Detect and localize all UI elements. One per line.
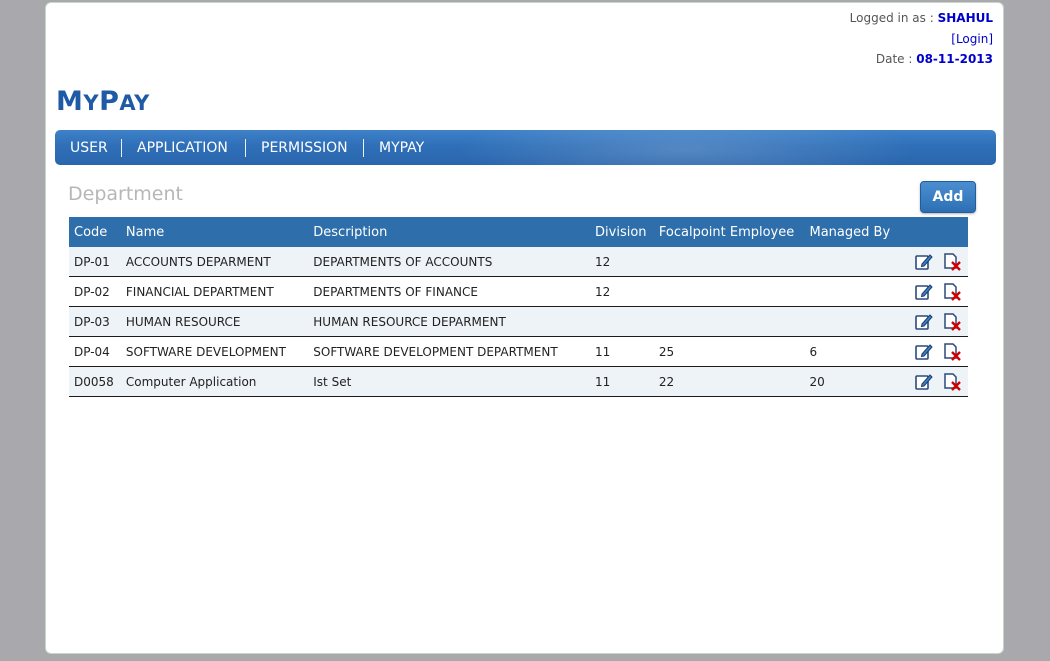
nav-item-user[interactable]: USER xyxy=(70,130,108,165)
login-info: Logged in as : SHAHUL [Login] Date : 08-… xyxy=(849,11,993,66)
cell-division: 11 xyxy=(590,336,654,367)
cell-focalpoint xyxy=(653,306,805,337)
cell-code: DP-03 xyxy=(69,306,121,337)
cell-code: DP-04 xyxy=(69,336,121,367)
cell-managed-by: 6 xyxy=(804,336,901,367)
edit-icon[interactable] xyxy=(914,312,934,332)
page-panel: Logged in as : SHAHUL [Login] Date : 08-… xyxy=(45,2,1004,654)
cell-name: HUMAN RESOURCE xyxy=(120,306,309,337)
current-date: 08-11-2013 xyxy=(916,52,993,66)
cell-actions xyxy=(901,276,968,307)
column-header-division[interactable]: Division xyxy=(590,217,654,247)
cell-name: Computer Application xyxy=(120,366,309,397)
cell-code: D0058 xyxy=(69,366,121,397)
cell-name: ACCOUNTS DEPARMENT xyxy=(120,247,309,277)
cell-actions xyxy=(901,306,968,337)
table-row: D0058 Computer Application Ist Set 11 22… xyxy=(69,366,968,397)
cell-actions xyxy=(901,336,968,367)
cell-actions xyxy=(901,247,968,277)
cell-name: SOFTWARE DEVELOPMENT xyxy=(120,336,309,367)
main-nav: USER APPLICATION PERMISSION MYPAY xyxy=(55,130,996,165)
delete-icon[interactable] xyxy=(942,282,962,302)
cell-managed-by xyxy=(804,247,901,277)
delete-icon[interactable] xyxy=(942,312,962,332)
login-link[interactable]: Login xyxy=(956,32,988,46)
table-row: DP-03 HUMAN RESOURCE HUMAN RESOURCE DEPA… xyxy=(69,306,968,337)
edit-icon[interactable] xyxy=(914,342,934,362)
logged-in-label: Logged in as : xyxy=(849,11,934,25)
cell-managed-by xyxy=(804,276,901,307)
edit-icon[interactable] xyxy=(914,252,934,272)
cell-name: FINANCIAL DEPARTMENT xyxy=(120,276,309,307)
column-header-actions xyxy=(901,217,968,247)
cell-division: 11 xyxy=(590,366,654,397)
nav-item-application[interactable]: APPLICATION xyxy=(137,130,228,165)
cell-division xyxy=(590,306,654,337)
table-header-row: Code Name Description Division Focalpoin… xyxy=(69,217,968,247)
cell-managed-by: 20 xyxy=(804,366,901,397)
cell-focalpoint xyxy=(653,247,805,277)
column-header-managed-by[interactable]: Managed By xyxy=(804,217,901,247)
cell-managed-by xyxy=(804,306,901,337)
nav-separator xyxy=(363,139,364,157)
cell-actions xyxy=(901,366,968,397)
cell-division: 12 xyxy=(590,247,654,277)
nav-item-permission[interactable]: PERMISSION xyxy=(261,130,348,165)
cell-code: DP-01 xyxy=(69,247,121,277)
edit-icon[interactable] xyxy=(914,282,934,302)
cell-focalpoint xyxy=(653,276,805,307)
cell-description: DEPARTMENTS OF ACCOUNTS xyxy=(308,247,591,277)
cell-description: HUMAN RESOURCE DEPARMENT xyxy=(308,306,591,337)
column-header-focalpoint[interactable]: Focalpoint Employee xyxy=(653,217,805,247)
table-row: DP-02 FINANCIAL DEPARTMENT DEPARTMENTS O… xyxy=(69,276,968,307)
add-button[interactable]: Add xyxy=(920,181,976,213)
column-header-code[interactable]: Code xyxy=(69,217,121,247)
table-row: DP-01 ACCOUNTS DEPARMENT DEPARTMENTS OF … xyxy=(69,247,968,277)
cell-division: 12 xyxy=(590,276,654,307)
column-header-name[interactable]: Name xyxy=(120,217,309,247)
cell-description: SOFTWARE DEVELOPMENT DEPARTMENT xyxy=(308,336,591,367)
username: SHAHUL xyxy=(937,11,993,25)
cell-code: DP-02 xyxy=(69,276,121,307)
nav-separator xyxy=(245,139,246,157)
delete-icon[interactable] xyxy=(942,342,962,362)
delete-icon[interactable] xyxy=(942,372,962,392)
delete-icon[interactable] xyxy=(942,252,962,272)
cell-description: DEPARTMENTS OF FINANCE xyxy=(308,276,591,307)
nav-item-mypay[interactable]: MYPAY xyxy=(379,130,424,165)
column-header-description[interactable]: Description xyxy=(308,217,591,247)
cell-focalpoint: 25 xyxy=(653,336,805,367)
department-table: Code Name Description Division Focalpoin… xyxy=(69,217,968,397)
nav-separator xyxy=(121,139,122,157)
table-row: DP-04 SOFTWARE DEVELOPMENT SOFTWARE DEVE… xyxy=(69,336,968,367)
cell-focalpoint: 22 xyxy=(653,366,805,397)
edit-icon[interactable] xyxy=(914,372,934,392)
cell-description: Ist Set xyxy=(308,366,591,397)
app-logo: MYPAY xyxy=(56,86,150,117)
page-title: Department xyxy=(68,183,183,205)
date-label: Date : xyxy=(875,52,913,66)
